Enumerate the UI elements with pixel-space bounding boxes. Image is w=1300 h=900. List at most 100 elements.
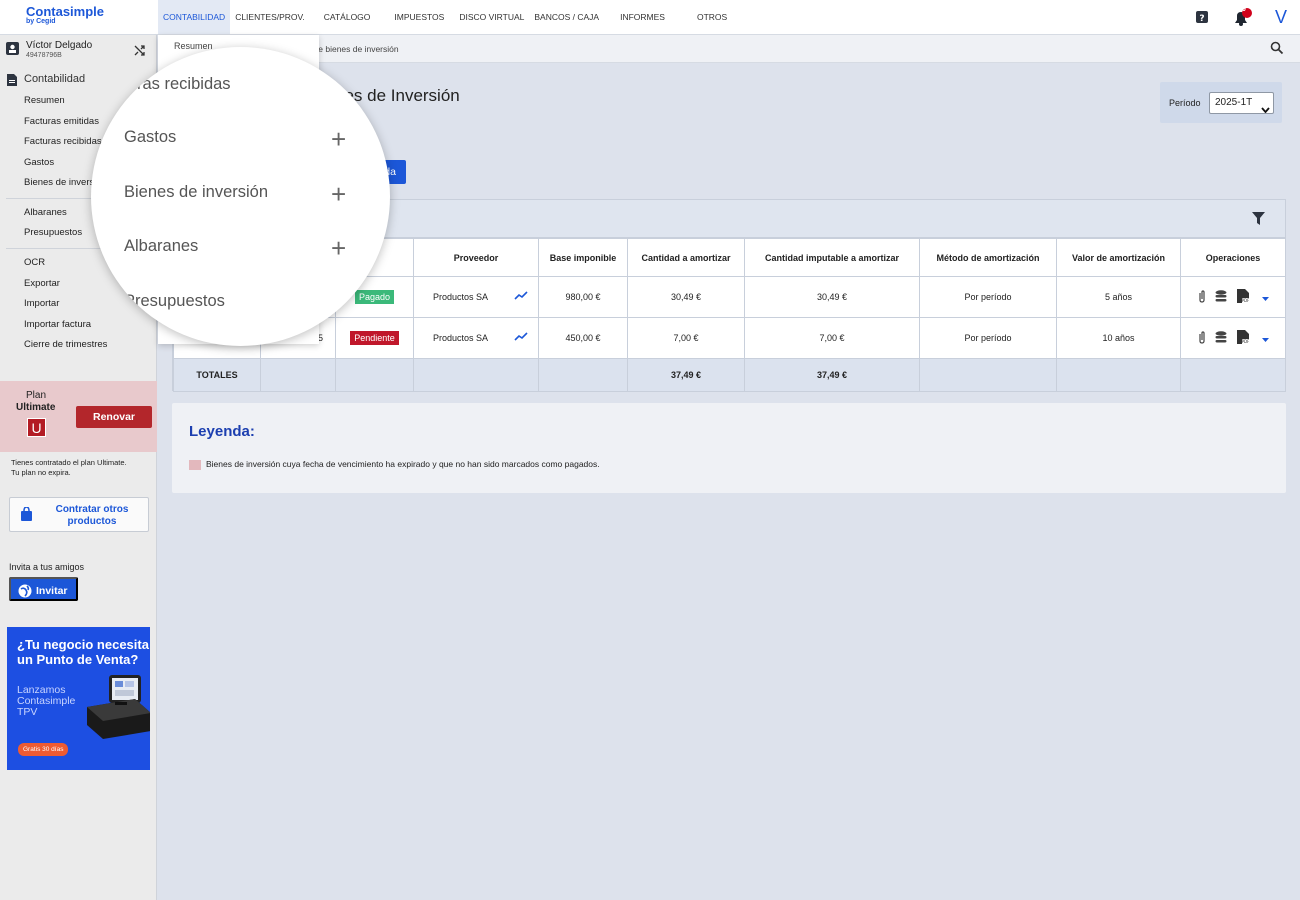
trend-icon[interactable] <box>514 332 528 344</box>
nav-disco-virtual[interactable]: DISCO VIRTUAL <box>454 0 529 34</box>
logo[interactable]: Contasimple by Cegid <box>26 5 104 25</box>
paperclip-icon[interactable] <box>1198 331 1206 346</box>
user-icon <box>6 42 19 58</box>
totals-imputable: 37,49 € <box>744 358 920 392</box>
sidebar-item-resumen[interactable]: Resumen <box>24 95 65 106</box>
other-products-button[interactable]: Contratar otros productos <box>9 497 149 532</box>
totals-cantidad: 37,49 € <box>627 358 745 392</box>
totals-row: TOTALES 37,49 € 37,49 € <box>173 358 1286 392</box>
pdf-icon[interactable]: PDF <box>1237 330 1250 346</box>
sidebar-item-exportar[interactable]: Exportar <box>24 278 60 289</box>
nav-bancos-caja[interactable]: BANCOS / CAJA <box>529 0 604 34</box>
add-bien-inversion-icon[interactable]: + <box>331 181 346 207</box>
cell-valor: 5 años <box>1056 276 1181 318</box>
menu-item-albaranes[interactable]: Albaranes <box>124 237 198 256</box>
sidebar-item-cierre-trimestres[interactable]: Cierre de trimestres <box>24 339 107 350</box>
nav-informes[interactable]: INFORMES <box>604 0 681 34</box>
menu-item-facturas-recibidas[interactable]: cturas recibidas <box>115 75 231 94</box>
cell-operations: PDF <box>1180 317 1286 359</box>
sidebar-item-presupuestos[interactable]: Presupuestos <box>24 227 82 238</box>
sidebar-section-title: Contabilidad <box>24 73 86 85</box>
pdf-icon[interactable]: PDF <box>1237 289 1250 305</box>
table-row[interactable]: 5 Pendiente Productos SA 450,00 € 7,00 €… <box>173 317 1286 359</box>
nav-contabilidad[interactable]: CONTABILIDAD <box>158 0 231 34</box>
pos-ad-banner[interactable]: ¿Tu negocio necesita un Punto de Venta? … <box>7 627 150 770</box>
logo-name: Contasimple <box>26 4 105 19</box>
sidebar-item-importar[interactable]: Importar <box>24 298 59 309</box>
cell-valor: 10 años <box>1056 317 1181 359</box>
legend-title: Leyenda: <box>189 423 255 440</box>
invite-text: Invita a tus amigos <box>9 562 85 572</box>
cell-blank <box>538 358 628 392</box>
col-header-metodo[interactable]: Método de amortización <box>919 238 1057 277</box>
dropdown-caret-icon[interactable] <box>1262 335 1269 345</box>
nav-impuestos[interactable]: IMPUESTOS <box>384 0 454 34</box>
sidebar-item-facturas-recibidas[interactable]: Facturas recibidas <box>24 136 102 147</box>
sidebar-item-gastos[interactable]: Gastos <box>24 157 54 168</box>
cell-blank <box>413 358 539 392</box>
add-albaran-icon[interactable]: + <box>331 235 346 261</box>
filter-icon[interactable] <box>1252 212 1265 228</box>
paperclip-icon[interactable] <box>1198 290 1206 305</box>
search-icon[interactable] <box>1270 41 1284 58</box>
account-initial[interactable]: V <box>1275 7 1287 28</box>
switch-user-icon[interactable] <box>133 44 146 60</box>
legend-panel: Leyenda: Bienes de inversión cuya fecha … <box>172 403 1286 493</box>
database-icon[interactable] <box>1215 290 1227 305</box>
invite-button[interactable]: Invitar <box>9 577 78 601</box>
renew-button[interactable]: Renovar <box>76 406 152 428</box>
cell-cantidad: 7,00 € <box>627 317 745 359</box>
cell-base: 450,00 € <box>538 317 628 359</box>
cell-base: 980,00 € <box>538 276 628 318</box>
menu-item-bienes-inversion[interactable]: Bienes de inversión <box>124 183 268 202</box>
cell-blank <box>260 358 336 392</box>
ad-cta[interactable]: Gratis 30 días <box>18 743 69 756</box>
status-badge: Pendiente <box>349 330 400 346</box>
add-gasto-icon[interactable]: + <box>331 126 346 152</box>
nav-catalogo[interactable]: CATÁLOGO <box>310 0 385 34</box>
sidebar-item-facturas-emitidas[interactable]: Facturas emitidas <box>24 116 99 127</box>
cell-cantidad: 30,49 € <box>627 276 745 318</box>
col-header-base[interactable]: Base imponible <box>538 238 628 277</box>
cell-blank <box>919 358 1057 392</box>
col-header-cantidad[interactable]: Cantidad a amortizar <box>627 238 745 277</box>
menu-item-gastos[interactable]: Gastos <box>124 128 176 147</box>
cell-metodo: Por período <box>919 317 1057 359</box>
cell-operations: PDF <box>1180 276 1286 318</box>
period-selector: Período 2025-1T <box>1160 82 1282 123</box>
col-header-imputable[interactable]: Cantidad imputable a amortizar <box>744 238 920 277</box>
col-header-operaciones: Operaciones <box>1180 238 1286 277</box>
cell-proveedor: Productos SA <box>413 317 539 359</box>
period-label: Período <box>1169 98 1201 108</box>
other-products-label: Contratar otros productos <box>55 504 129 527</box>
user-panel[interactable]: Víctor Delgado 49478796B <box>6 39 152 63</box>
ad-headline: ¿Tu negocio necesita un Punto de Venta? <box>17 637 149 667</box>
plan-name: Ultimate <box>16 402 56 413</box>
svg-text:?: ? <box>1199 14 1204 23</box>
dropdown-caret-icon[interactable] <box>1262 294 1269 304</box>
col-header-proveedor[interactable]: Proveedor <box>413 238 539 277</box>
nav-otros[interactable]: OTROS <box>681 0 743 34</box>
col-header-valor[interactable]: Valor de amortización <box>1056 238 1181 277</box>
legend-swatch <box>189 460 201 470</box>
cell-blank <box>335 358 414 392</box>
plan-panel: Plan Ultimate U Renovar <box>0 381 157 452</box>
sidebar-item-importar-factura[interactable]: Importar factura <box>24 319 91 330</box>
help-icon[interactable]: ? <box>1196 11 1208 26</box>
dropdown-item-resumen[interactable]: Resumen <box>174 41 213 51</box>
svg-text:PDF: PDF <box>1242 298 1249 303</box>
sidebar-item-ocr[interactable]: OCR <box>24 257 45 268</box>
period-select[interactable]: 2025-1T <box>1209 92 1274 114</box>
magnifier-overlay: cturas recibidas Gastos + Bienes de inve… <box>91 47 390 346</box>
trend-icon[interactable] <box>514 291 528 303</box>
cell-proveedor: Productos SA <box>413 276 539 318</box>
database-icon[interactable] <box>1215 331 1227 346</box>
plan-note-line1: Tienes contratado el plan Ultimate. <box>11 458 127 467</box>
shopping-bag-icon <box>21 506 32 524</box>
period-value: 2025-1T <box>1215 97 1253 108</box>
logo-by: by Cegid <box>26 18 56 25</box>
notification-count: 0 <box>1242 6 1246 13</box>
sidebar-item-albaranes[interactable]: Albaranes <box>24 207 67 218</box>
menu-item-presupuestos[interactable]: Presupuestos <box>124 292 225 311</box>
nav-clientes[interactable]: CLIENTES/PROV. <box>230 0 310 34</box>
